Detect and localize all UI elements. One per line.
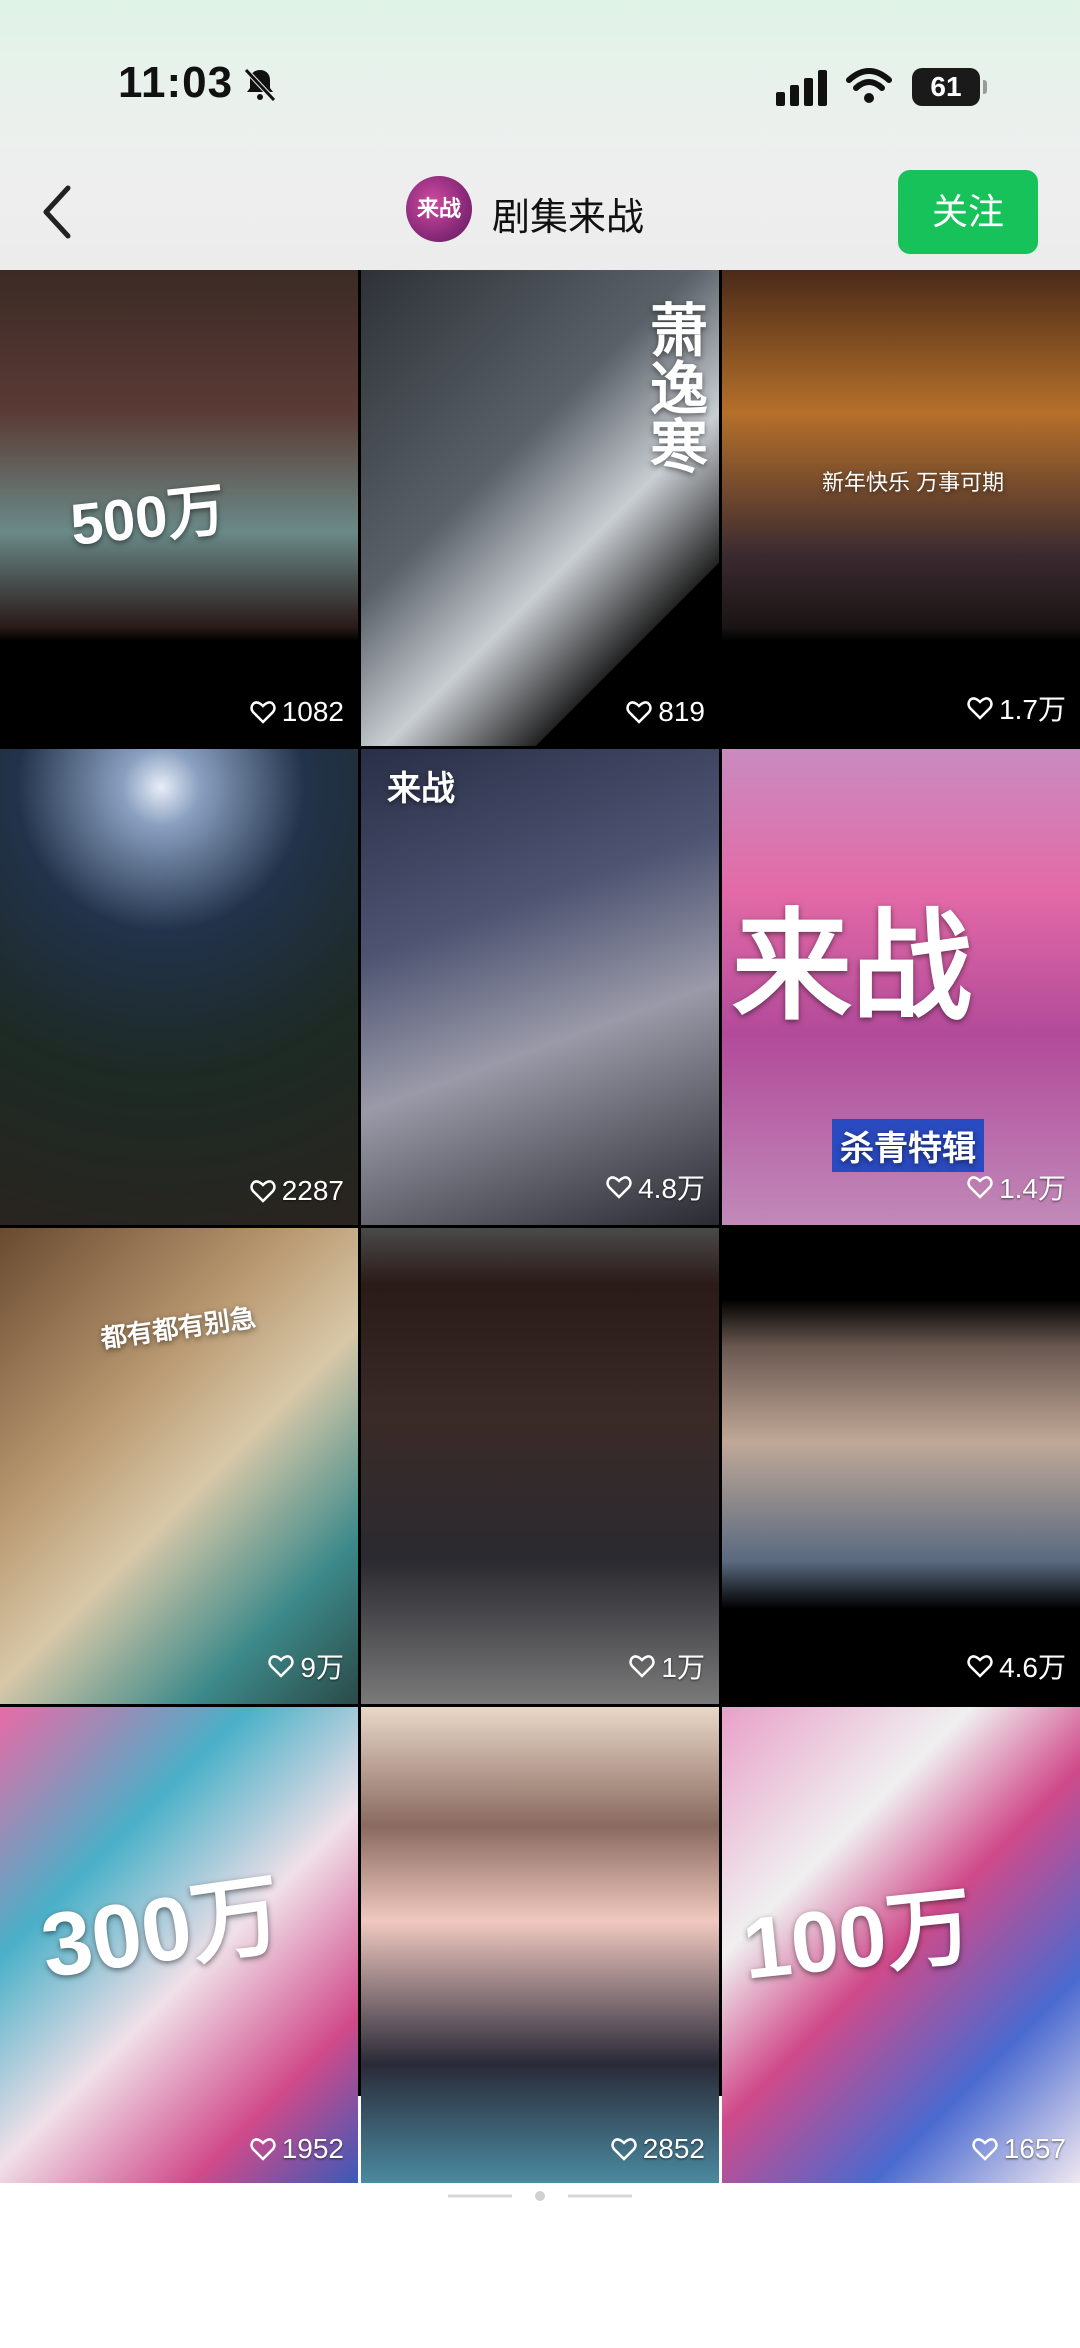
heart-icon bbox=[967, 697, 993, 720]
heart-icon bbox=[249, 701, 276, 724]
heart-icon bbox=[967, 1176, 993, 1199]
video-grid: 500万 1082 萧逸寒 819 新年快乐 万事可期 1.7万 2287 来战… bbox=[0, 270, 1080, 2183]
account-name: 剧集来战 bbox=[492, 197, 645, 239]
video-thumb-6[interactable]: 来战 杀青特辑 1.4万 bbox=[722, 749, 1080, 1225]
heart-icon bbox=[606, 1176, 632, 1199]
video-thumb-2[interactable]: 萧逸寒 819 bbox=[361, 270, 719, 746]
back-arrow-icon[interactable] bbox=[38, 182, 78, 242]
battery-icon: 61 bbox=[912, 68, 987, 106]
overlay-text: 萧逸寒 bbox=[641, 300, 706, 474]
overlay-subtext: 杀青特辑 bbox=[832, 1119, 984, 1172]
heart-icon bbox=[249, 2138, 276, 2161]
like-count: 1952 bbox=[249, 2133, 344, 2165]
video-thumb-5[interactable]: 来战 4.8万 bbox=[361, 749, 719, 1225]
like-count: 819 bbox=[626, 696, 705, 728]
video-thumb-11[interactable]: 2852 bbox=[361, 1707, 719, 2183]
top-bar: 11:03 61 来战 剧集来战 关注 bbox=[0, 0, 1080, 270]
signal-icon bbox=[776, 70, 827, 106]
heart-icon bbox=[610, 2138, 637, 2161]
page-indicator bbox=[448, 2191, 632, 2201]
heart-icon bbox=[971, 2138, 998, 2161]
bell-mute-icon bbox=[244, 68, 276, 102]
heart-icon bbox=[249, 1180, 276, 1203]
like-count: 2852 bbox=[610, 2133, 705, 2165]
overlay-text: 新年快乐 万事可期 bbox=[822, 470, 1005, 495]
overlay-text: 都有都有别急 bbox=[98, 1302, 258, 1354]
overlay-text: 来战 bbox=[387, 770, 455, 808]
account-avatar[interactable]: 来战 bbox=[406, 176, 472, 242]
like-count: 4.6万 bbox=[967, 1646, 1066, 1686]
video-thumb-1[interactable]: 500万 1082 bbox=[0, 270, 358, 746]
overlay-text: 100万 bbox=[738, 1878, 977, 1998]
heart-icon bbox=[268, 1655, 295, 1678]
wifi-icon bbox=[846, 68, 892, 103]
heart-icon bbox=[629, 1655, 656, 1678]
video-thumb-8[interactable]: 1万 bbox=[361, 1228, 719, 1704]
like-count: 1万 bbox=[629, 1646, 705, 1686]
heart-icon bbox=[626, 701, 653, 724]
video-thumb-7[interactable]: 都有都有别急 9万 bbox=[0, 1228, 358, 1704]
like-count: 2287 bbox=[249, 1175, 344, 1207]
overlay-text: 300万 bbox=[35, 1864, 288, 1998]
like-count: 1.4万 bbox=[967, 1167, 1066, 1207]
video-thumb-3[interactable]: 新年快乐 万事可期 1.7万 bbox=[722, 270, 1080, 746]
video-thumb-10[interactable]: 300万 1952 bbox=[0, 1707, 358, 2183]
heart-icon bbox=[967, 1655, 993, 1678]
like-count: 9万 bbox=[268, 1646, 344, 1686]
video-thumb-9[interactable]: 4.6万 bbox=[722, 1228, 1080, 1704]
video-thumb-12[interactable]: 100万 1657 bbox=[722, 1707, 1080, 2183]
like-count: 4.8万 bbox=[606, 1167, 705, 1207]
status-time: 11:03 bbox=[118, 58, 234, 107]
follow-button[interactable]: 关注 bbox=[898, 170, 1038, 254]
overlay-text: 500万 bbox=[67, 477, 229, 558]
overlay-text: 来战 bbox=[732, 900, 972, 1034]
video-thumb-4[interactable]: 2287 bbox=[0, 749, 358, 1225]
like-count: 1082 bbox=[249, 696, 344, 728]
like-count: 1.7万 bbox=[967, 688, 1066, 728]
like-count: 1657 bbox=[971, 2133, 1066, 2165]
